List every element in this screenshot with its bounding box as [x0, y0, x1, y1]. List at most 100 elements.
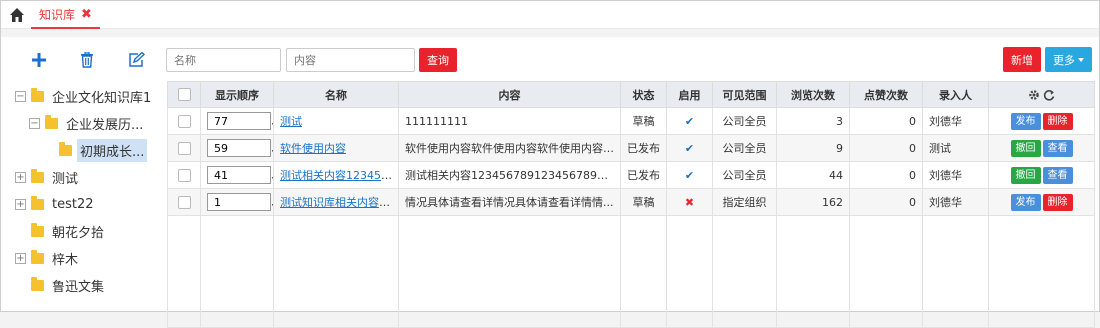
- table-row[interactable]: 测试111111111草稿✔公司全员30刘德华发布删除: [167, 107, 1095, 135]
- trash-icon[interactable]: [78, 51, 96, 69]
- tree-node[interactable]: − 企业文化知识库1: [15, 83, 155, 110]
- more-label: 更多: [1053, 53, 1075, 67]
- author-cell: 刘德华: [922, 107, 989, 135]
- header-order[interactable]: 显示顺序: [200, 81, 274, 108]
- home-icon[interactable]: [9, 7, 25, 23]
- enabled-cell: ✖: [666, 188, 713, 216]
- query-button[interactable]: 查询: [419, 48, 457, 72]
- row-action-button[interactable]: 撤回: [1010, 166, 1041, 184]
- name-cell: 测试: [273, 107, 399, 135]
- row-select-cell: [167, 134, 201, 162]
- tree-node[interactable]: 鲁迅文集: [15, 272, 155, 299]
- table-row[interactable]: 测试相关内容1234567...测试相关内容123456789123456789…: [167, 161, 1095, 189]
- order-input[interactable]: [207, 193, 271, 211]
- select-all-checkbox[interactable]: [177, 88, 191, 102]
- header-views[interactable]: 浏览次数: [776, 81, 850, 108]
- empty-cell: [712, 215, 777, 328]
- category-panel: − 企业文化知识库1 − 企业发展历... 初期成长... + 测试 + test22 朝花夕拾 +…: [1, 37, 159, 311]
- order-input[interactable]: [207, 166, 271, 184]
- row-action-button[interactable]: 撤回: [1010, 139, 1041, 157]
- category-toolbar: [1, 51, 159, 71]
- plus-icon[interactable]: [30, 51, 48, 69]
- collapse-icon[interactable]: −: [15, 91, 26, 102]
- cross-icon: ✖: [684, 195, 695, 209]
- tree-node[interactable]: 初期成长...: [15, 137, 155, 164]
- order-input[interactable]: [207, 112, 271, 130]
- main-content: 查询 新增 更多 显示顺序 名称 内容 状态 启用 可见范围 浏览次数 点赞次数…: [159, 37, 1099, 328]
- expand-icon[interactable]: +: [15, 172, 26, 183]
- row-action-button[interactable]: 发布: [1010, 112, 1041, 130]
- tree-node[interactable]: + test22: [15, 191, 155, 218]
- tree-node[interactable]: − 企业发展历...: [15, 110, 155, 137]
- tab-bar: 知识库 ✖: [1, 1, 1099, 29]
- divider: [1, 29, 1099, 37]
- expand-icon[interactable]: +: [15, 199, 26, 210]
- tree-node[interactable]: + 测试: [15, 164, 155, 191]
- header-likes[interactable]: 点赞次数: [849, 81, 923, 108]
- row-checkbox[interactable]: [177, 168, 191, 182]
- ops-cell: 发布 删除: [988, 188, 1095, 216]
- name-cell: 测试相关内容1234567...: [273, 161, 399, 189]
- row-action-button[interactable]: 查看: [1042, 166, 1073, 184]
- more-button[interactable]: 更多: [1045, 47, 1092, 72]
- name-search-input[interactable]: [166, 48, 281, 72]
- refresh-icon[interactable]: [1043, 88, 1055, 101]
- views-cell: 44: [776, 161, 850, 189]
- folder-icon: [31, 250, 44, 264]
- tab-knowledge-base[interactable]: 知识库 ✖: [31, 1, 100, 29]
- empty-cell: [200, 215, 274, 328]
- header-content[interactable]: 内容: [398, 81, 621, 108]
- row-checkbox[interactable]: [177, 141, 191, 155]
- empty-cell: [273, 215, 399, 328]
- new-button[interactable]: 新增: [1003, 47, 1041, 72]
- check-icon: ✔: [684, 141, 695, 155]
- likes-cell: 0: [849, 188, 923, 216]
- folder-icon: [45, 115, 58, 129]
- name-link[interactable]: 测试知识库相关内容展...: [280, 196, 398, 209]
- likes-cell: 0: [849, 107, 923, 135]
- empty-cell: [922, 215, 989, 328]
- expand-icon[interactable]: +: [15, 253, 26, 264]
- row-action-button[interactable]: 发布: [1010, 193, 1041, 211]
- name-link[interactable]: 测试: [280, 115, 302, 128]
- row-action-button[interactable]: 删除: [1042, 193, 1073, 211]
- tree-node-label: 企业文化知识库1: [52, 91, 152, 106]
- header-status[interactable]: 状态: [620, 81, 667, 108]
- enabled-cell: ✔: [666, 161, 713, 189]
- name-link[interactable]: 软件使用内容: [280, 142, 346, 155]
- row-action-button[interactable]: 删除: [1042, 112, 1073, 130]
- gear-icon[interactable]: [1028, 88, 1044, 101]
- empty-cell: [666, 215, 713, 328]
- edit-icon[interactable]: [127, 51, 145, 69]
- header-name[interactable]: 名称: [273, 81, 399, 108]
- tree-node-label: 测试: [52, 172, 79, 187]
- header-author[interactable]: 录入人: [922, 81, 989, 108]
- status-cell: 草稿: [620, 107, 667, 135]
- name-link[interactable]: 测试相关内容1234567...: [280, 169, 398, 182]
- ops-cell: 发布 删除: [988, 107, 1095, 135]
- folder-icon: [31, 277, 44, 291]
- table-row[interactable]: 软件使用内容 软件使用内容软件使用内容软件使用内容软...已发布 ✔ 公司全员90测试…: [167, 134, 1095, 162]
- close-icon[interactable]: ✖: [81, 7, 92, 22]
- row-checkbox[interactable]: [177, 114, 191, 128]
- tree-node-label: 朝花夕拾: [52, 226, 105, 241]
- tree-node[interactable]: + 梓木: [15, 245, 155, 272]
- empty-cell: [776, 215, 850, 328]
- author-cell: 刘德华: [922, 188, 989, 216]
- table-row[interactable]: 测试知识库相关内容展...情况具体请查看详情况具体请查看详情情...草稿 ✖ 指定组…: [167, 188, 1095, 216]
- collapse-icon[interactable]: −: [29, 118, 40, 129]
- order-input[interactable]: [207, 139, 271, 157]
- header-enabled[interactable]: 启用: [666, 81, 713, 108]
- views-cell: 3: [776, 107, 850, 135]
- header-scope[interactable]: 可见范围: [712, 81, 777, 108]
- check-icon: ✔: [684, 114, 695, 128]
- name-cell: 软件使用内容: [273, 134, 399, 162]
- row-checkbox[interactable]: [177, 195, 191, 209]
- tree-node[interactable]: 朝花夕拾: [15, 218, 155, 245]
- row-action-button[interactable]: 查看: [1042, 139, 1073, 157]
- scope-cell: 公司全员: [712, 161, 777, 189]
- content-cell: 软件使用内容软件使用内容软件使用内容软...: [398, 134, 621, 162]
- content-cell: 111111111: [398, 107, 621, 135]
- content-search-input[interactable]: [286, 48, 415, 72]
- name-cell: 测试知识库相关内容展...: [273, 188, 399, 216]
